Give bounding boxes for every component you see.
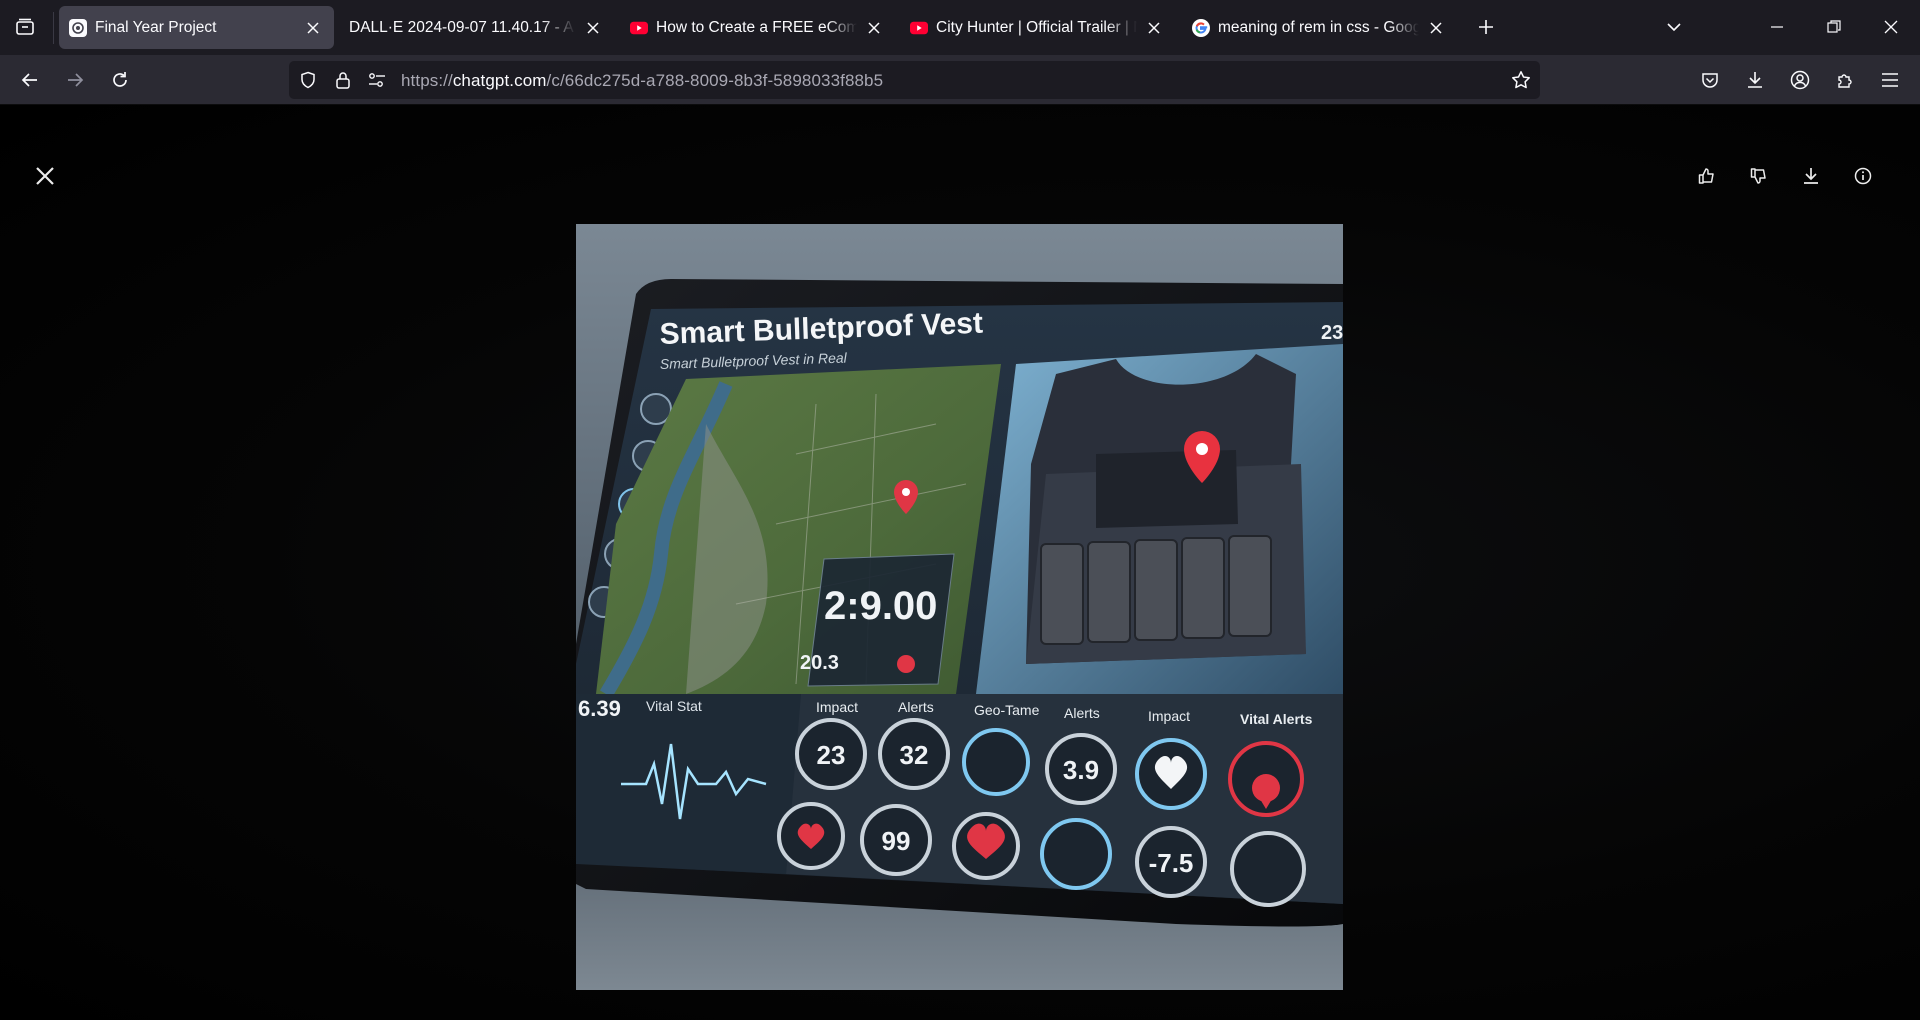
thumbs-down-icon — [1750, 168, 1766, 184]
tab-youtube-ecommerce[interactable]: How to Create a FREE eCommerce — [620, 6, 895, 49]
extensions-button[interactable] — [1828, 63, 1862, 97]
download-icon — [1804, 168, 1818, 184]
chatgpt-icon — [69, 18, 87, 37]
tab-title: Final Year Project — [95, 18, 217, 36]
generated-image: Smart Bulletproof Vest Smart Bulletproof… — [576, 224, 1343, 990]
image-viewer: Smart Bulletproof Vest Smart Bulletproof… — [0, 105, 1920, 1020]
close-tab-icon[interactable] — [1425, 17, 1447, 39]
tabstrip-separator — [53, 12, 54, 44]
thumbs-up-icon — [1698, 168, 1714, 184]
close-tab-icon[interactable] — [863, 17, 885, 39]
vest-illustration — [1026, 354, 1306, 664]
hamburger-icon — [1882, 73, 1898, 87]
arrow-left-icon — [21, 73, 37, 87]
permissions-icon[interactable] — [367, 70, 387, 90]
url-text[interactable]: https://chatgpt.com/c/66dc275d-a788-8009… — [401, 71, 883, 91]
tile-header: Vital Alerts — [1240, 711, 1313, 727]
tile-value: 32 — [900, 740, 929, 770]
arrow-right-icon — [68, 73, 84, 87]
image-left-value: 6.39 — [578, 696, 621, 721]
bad-response-button[interactable] — [1743, 160, 1775, 192]
image-map-time: 2:9.00 — [824, 584, 937, 628]
tile-value: -7.5 — [1149, 848, 1194, 878]
tab-title: meaning of rem in css - Google Search — [1218, 18, 1419, 36]
google-icon — [1192, 18, 1210, 37]
pocket-icon — [1702, 73, 1718, 88]
tile-value: 23 — [817, 740, 846, 770]
image-top-right-value: 23 — [1321, 322, 1343, 344]
tab-google-search[interactable]: meaning of rem in css - Google Search — [1182, 6, 1457, 49]
close-window-button[interactable] — [1874, 10, 1908, 44]
tab-strip: Final Year Project DALL·E 2024-09-07 11.… — [0, 0, 1920, 55]
close-icon — [36, 167, 54, 185]
forward-button[interactable] — [58, 63, 92, 97]
tab-title: DALL·E 2024-09-07 11.40.17 - A detailed — [349, 18, 576, 36]
good-response-button[interactable] — [1691, 160, 1723, 192]
close-viewer-button[interactable] — [29, 160, 61, 192]
account-button[interactable] — [1783, 63, 1817, 97]
bookmark-star-icon[interactable] — [1511, 70, 1531, 90]
close-tab-icon[interactable] — [582, 17, 604, 39]
download-image-button[interactable] — [1795, 160, 1827, 192]
minimize-icon — [1771, 26, 1783, 28]
tab-title: How to Create a FREE eCommerce — [656, 18, 857, 36]
url-bar[interactable]: https://chatgpt.com/c/66dc275d-a788-8009… — [289, 61, 1540, 99]
image-map-sub: 20.3 — [800, 652, 839, 674]
navigation-toolbar: https://chatgpt.com/c/66dc275d-a788-8009… — [0, 55, 1920, 105]
tile-value: 3.9 — [1063, 755, 1099, 785]
restore-button[interactable] — [1817, 10, 1851, 44]
new-tab-button[interactable] — [1469, 10, 1503, 44]
tab-dalle-image[interactable]: DALL·E 2024-09-07 11.40.17 - A detailed — [339, 6, 614, 49]
image-chart-label: Vital Stat — [646, 698, 702, 714]
restore-icon — [1827, 20, 1841, 33]
youtube-icon — [910, 19, 928, 37]
lock-icon[interactable] — [333, 70, 353, 90]
list-all-tabs-button[interactable] — [8, 10, 42, 44]
plus-icon — [1479, 20, 1493, 34]
tile-value: 99 — [882, 826, 911, 856]
tab-list-icon — [16, 18, 34, 35]
tile-header: Alerts — [1064, 705, 1100, 721]
tile-header: Impact — [1148, 708, 1190, 724]
url-path: /c/66dc275d-a788-8009-8b3f-5898033f88b5 — [546, 71, 884, 90]
tab-overflow-button[interactable] — [1657, 10, 1691, 44]
tab-title: City Hunter | Official Trailer | Netflix — [936, 18, 1137, 36]
tab-final-year-project[interactable]: Final Year Project — [59, 6, 334, 49]
shield-icon[interactable] — [298, 70, 318, 90]
back-button[interactable] — [13, 63, 47, 97]
tile-header: Alerts — [898, 699, 934, 715]
close-tab-icon[interactable] — [1143, 17, 1165, 39]
tile-header: Impact — [816, 699, 858, 715]
downloads-button[interactable] — [1738, 63, 1772, 97]
tab-youtube-city-hunter[interactable]: City Hunter | Official Trailer | Netflix — [900, 6, 1175, 49]
download-icon — [1748, 72, 1762, 88]
minimize-button[interactable] — [1760, 10, 1794, 44]
url-host: chatgpt.com — [452, 71, 547, 90]
youtube-icon — [630, 19, 648, 37]
pocket-button[interactable] — [1693, 63, 1727, 97]
image-info-button[interactable] — [1847, 160, 1879, 192]
puzzle-icon — [1838, 74, 1852, 88]
close-icon — [1884, 20, 1898, 34]
tile-header: Geo-Tame — [974, 702, 1040, 718]
account-icon — [1790, 70, 1810, 90]
url-scheme: https:// — [401, 71, 453, 90]
chevron-down-icon — [1667, 23, 1681, 32]
reload-icon — [113, 72, 127, 87]
close-tab-icon[interactable] — [302, 17, 324, 39]
info-icon — [1854, 167, 1872, 185]
reload-button[interactable] — [103, 63, 137, 97]
menu-button[interactable] — [1873, 63, 1907, 97]
